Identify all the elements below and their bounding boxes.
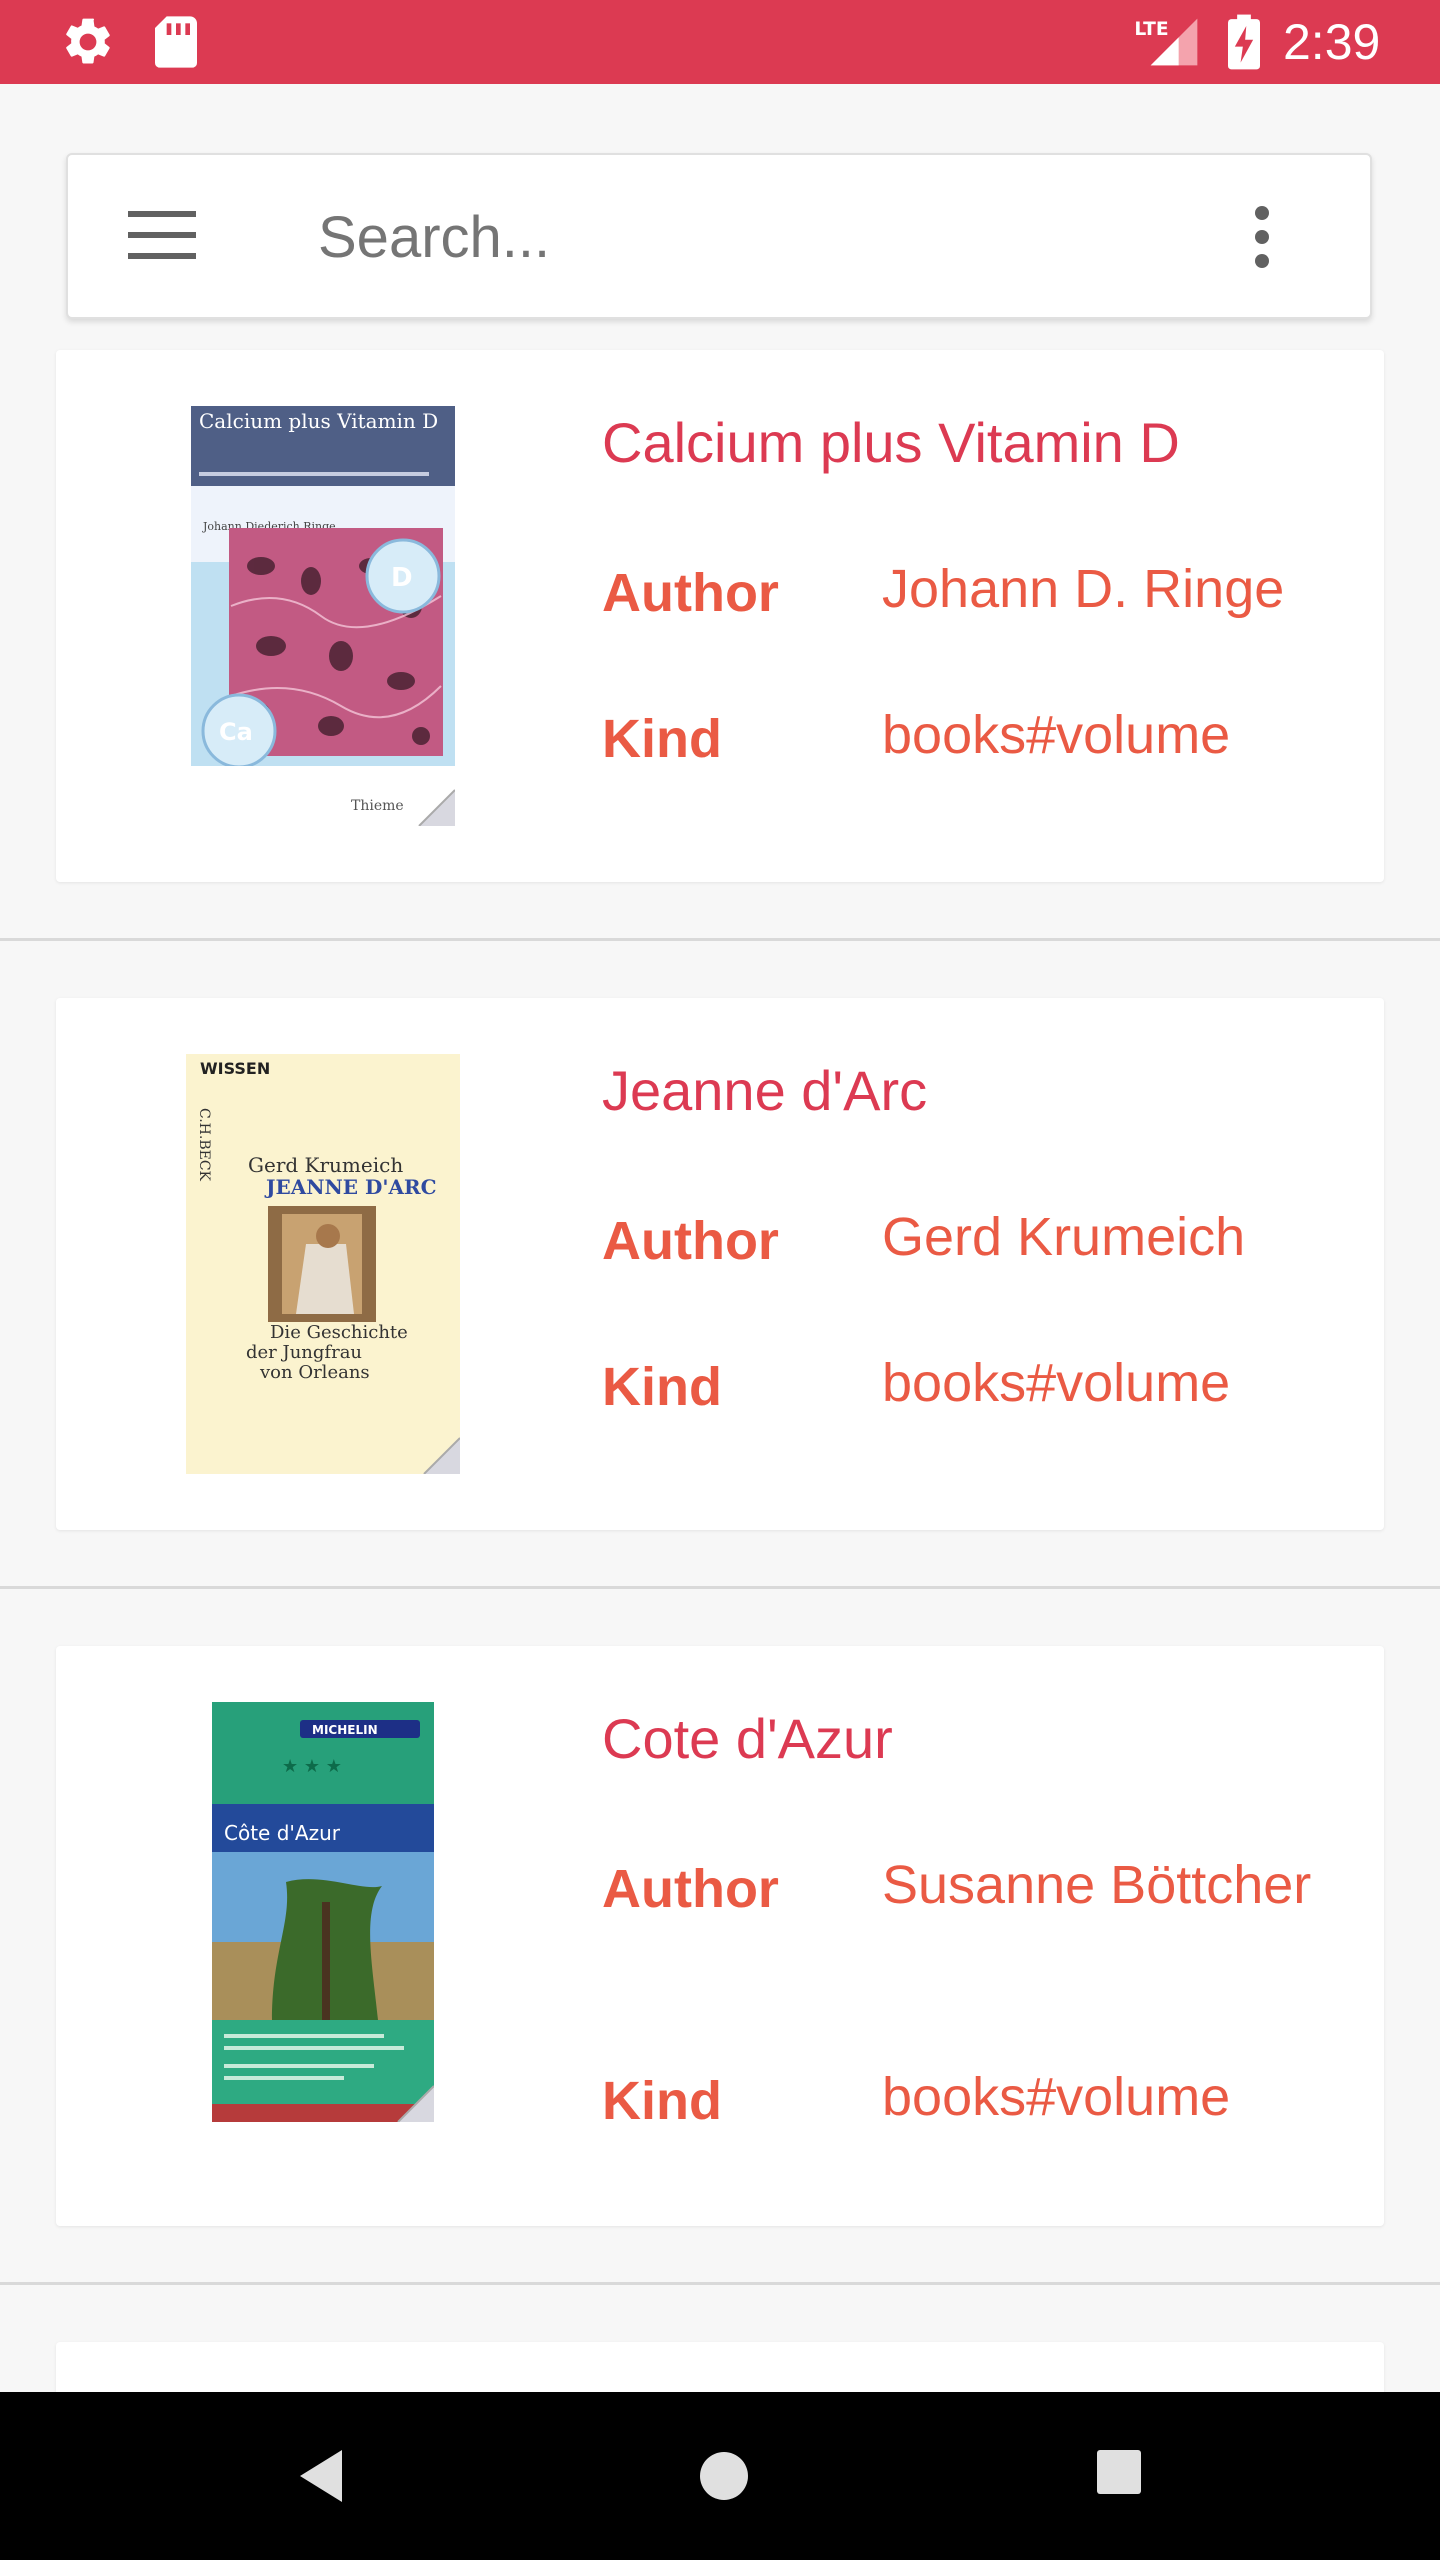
book-cover-image: Calcium plus Vitamin D Johann Diederich … (191, 406, 455, 826)
author-value: Susanne Böttcher (882, 1855, 1312, 1915)
cover-d-badge: D (391, 563, 413, 593)
author-label: Author (602, 563, 779, 623)
cover-ca-badge: Ca (219, 718, 253, 746)
cover-subtitle-2: der Jungfrau (246, 1342, 362, 1363)
search-input[interactable] (318, 195, 1218, 279)
author-value: Gerd Krumeich (882, 1207, 1246, 1267)
cover-author: Gerd Krumeich (248, 1153, 403, 1177)
author-label: Author (602, 1859, 779, 1919)
kind-value: books#volume (882, 2067, 1231, 2127)
hamburger-menu-icon[interactable] (126, 207, 200, 263)
cover-publisher: C.H.BECK (196, 1108, 212, 1182)
book-cover-image: C.H.BECK WISSEN Gerd Krumeich JEANNE D'A… (186, 1054, 460, 1474)
author-label: Author (602, 1211, 779, 1271)
book-list: Calcium plus Vitamin D Johann Diederich … (0, 0, 1440, 2462)
navigation-bar (0, 2392, 1440, 2560)
cover-publisher: Thieme (351, 798, 404, 814)
cover-title: Calcium plus Vitamin D (199, 409, 438, 433)
kind-value: books#volume (882, 1353, 1231, 1413)
list-divider (0, 1586, 1440, 1589)
kind-value: books#volume (882, 705, 1231, 765)
cover-series: WISSEN (200, 1059, 270, 1078)
search-bar (66, 153, 1372, 319)
svg-text:★ ★ ★: ★ ★ ★ (282, 1756, 342, 1777)
book-cover-image: MICHELIN ★ ★ ★ Côte d'Azur (212, 1702, 434, 2122)
book-card[interactable]: C.H.BECK WISSEN Gerd Krumeich JEANNE D'A… (56, 998, 1384, 1530)
cover-subtitle-1: Die Geschichte (270, 1322, 408, 1343)
kind-label: Kind (602, 709, 722, 769)
cover-brand: MICHELIN (312, 1723, 378, 1737)
home-icon[interactable] (694, 2446, 754, 2506)
more-vert-icon[interactable] (1250, 205, 1274, 269)
kind-label: Kind (602, 1357, 722, 1417)
book-title: Cote d'Azur (602, 1707, 893, 1770)
cover-subtitle-3: von Orleans (259, 1362, 370, 1383)
recent-apps-icon[interactable] (1095, 2448, 1145, 2498)
author-value: Johann D. Ringe (882, 559, 1285, 619)
list-divider (0, 2282, 1440, 2285)
cover-title: Côte d'Azur (224, 1821, 341, 1845)
back-icon[interactable] (296, 2446, 346, 2506)
book-title: Calcium plus Vitamin D (602, 411, 1180, 474)
book-card[interactable]: Calcium plus Vitamin D Johann Diederich … (56, 350, 1384, 882)
list-divider (0, 938, 1440, 941)
book-card[interactable]: MICHELIN ★ ★ ★ Côte d'Azur Cote d'Azur A… (56, 1646, 1384, 2226)
book-title: Jeanne d'Arc (602, 1059, 928, 1122)
cover-title: JEANNE D'ARC (264, 1175, 437, 1199)
kind-label: Kind (602, 2071, 722, 2131)
